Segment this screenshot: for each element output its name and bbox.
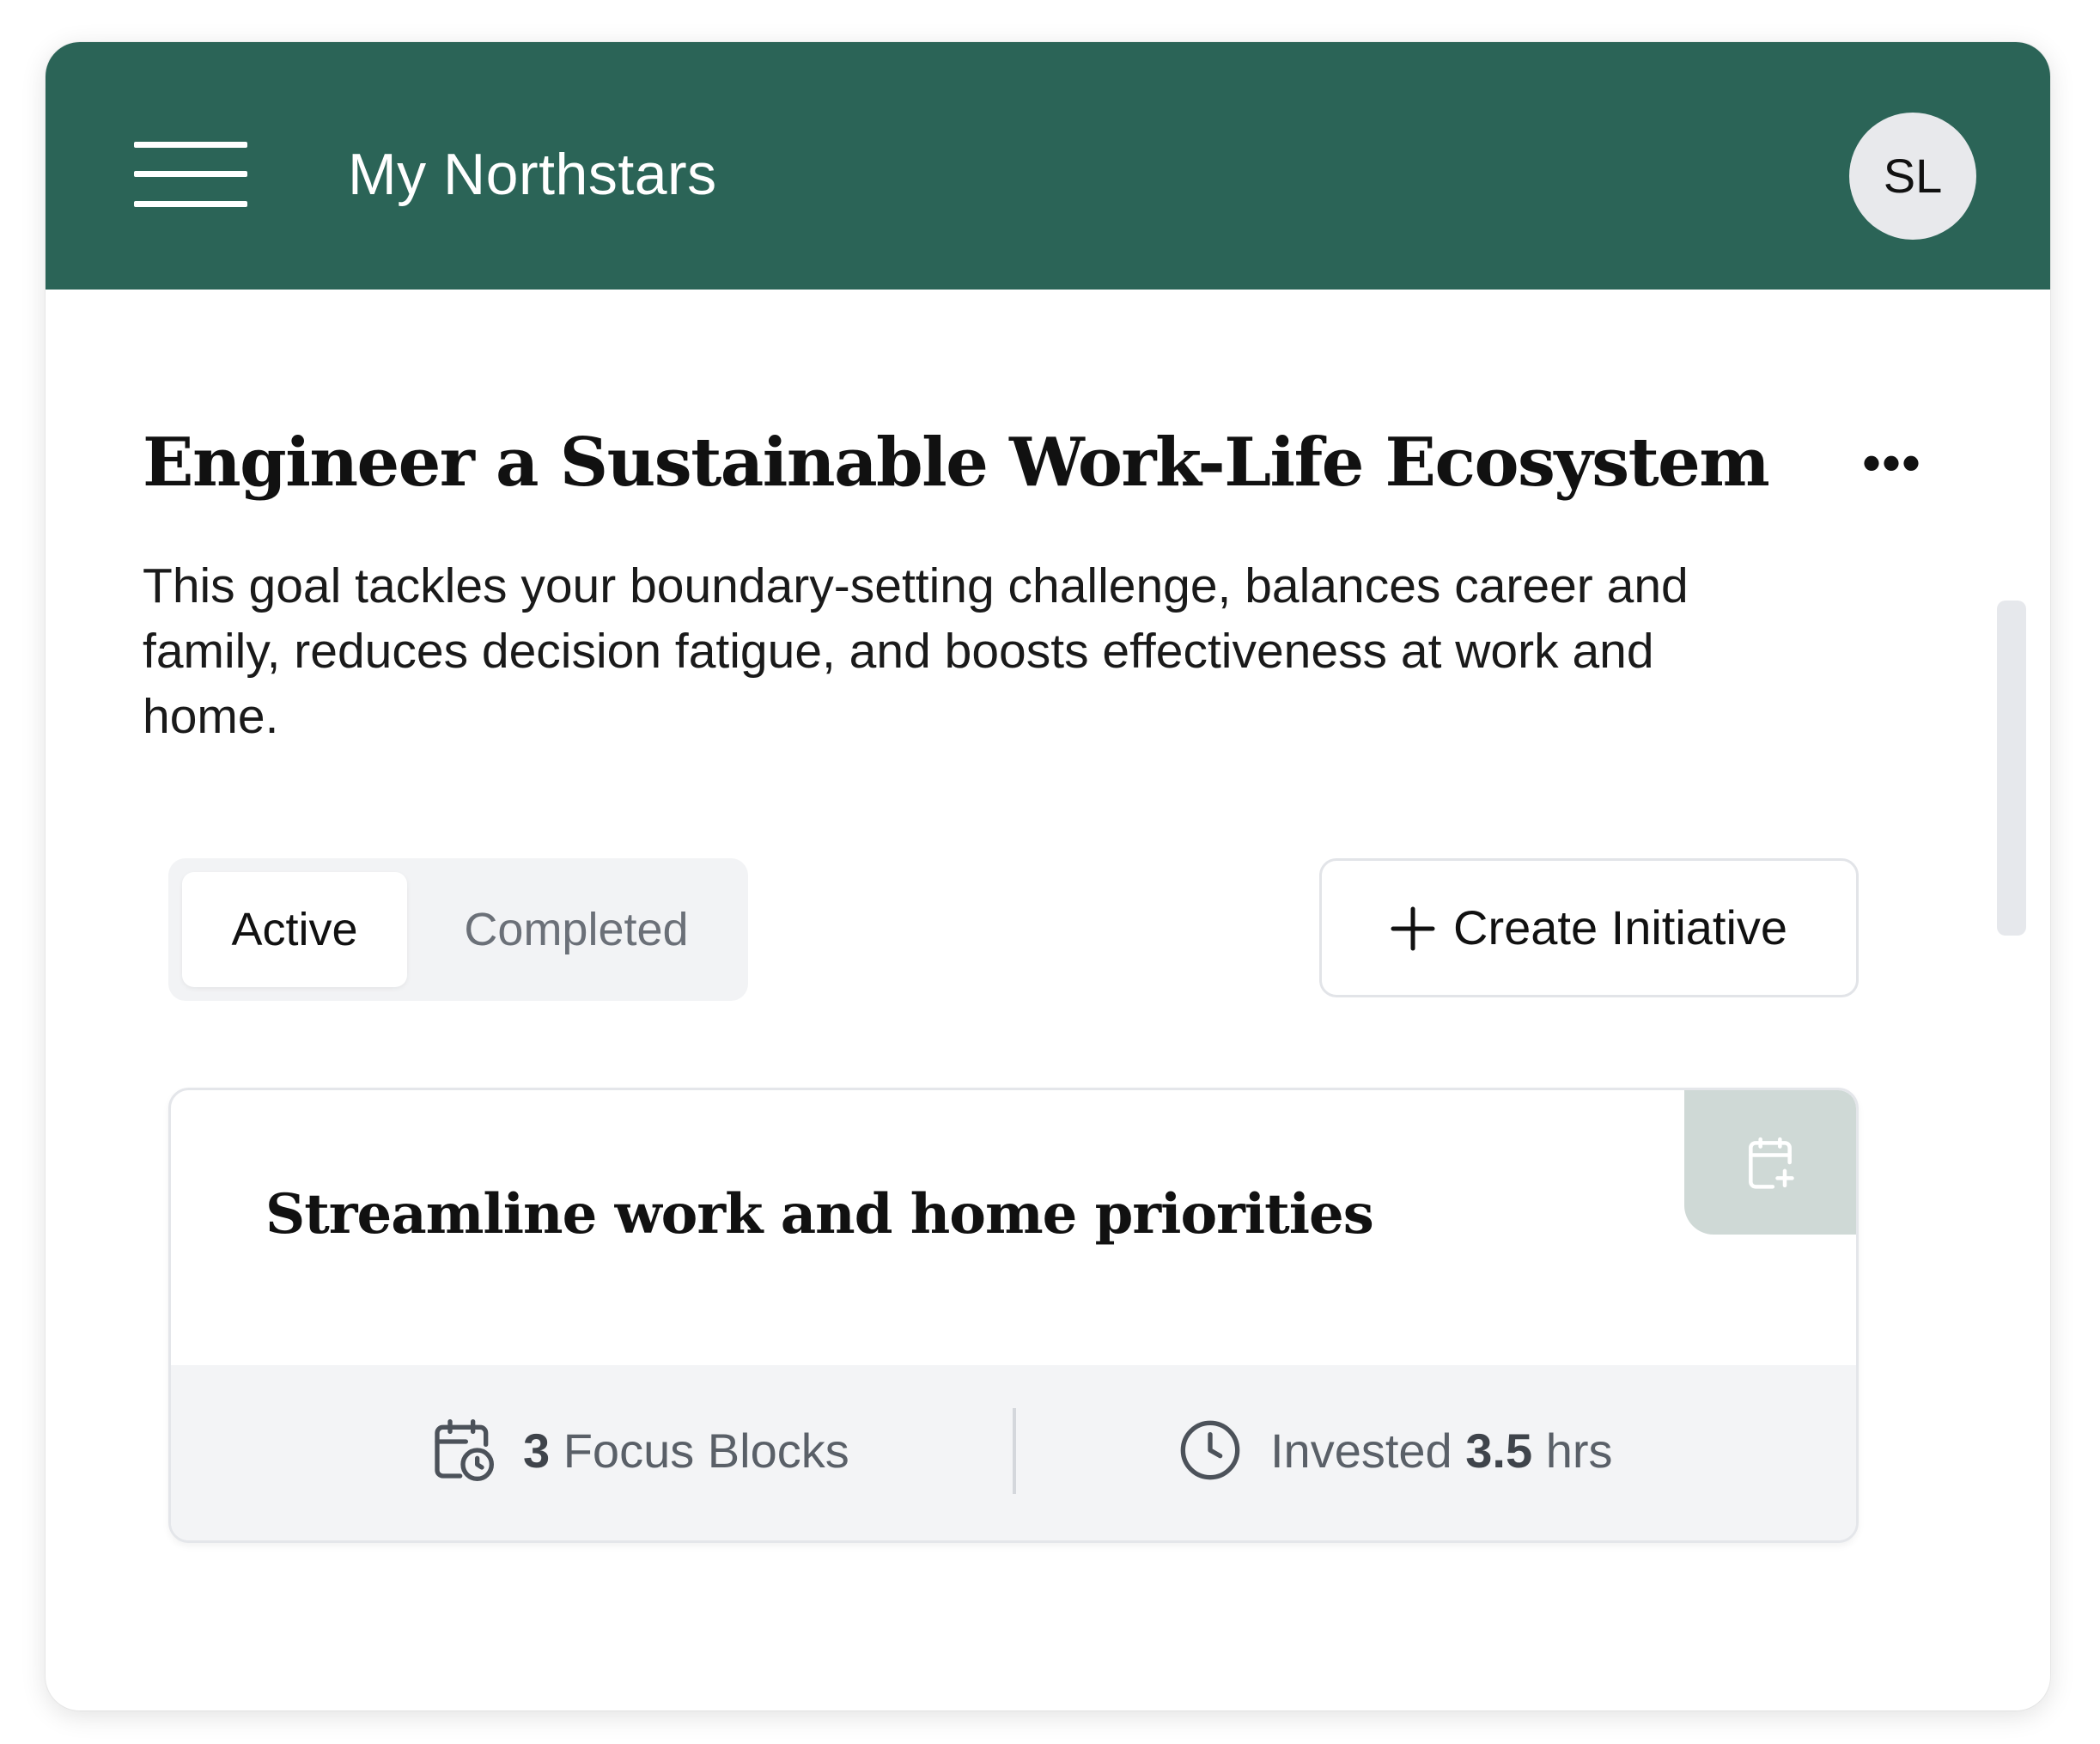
calendar-plus-icon xyxy=(1749,1137,1794,1189)
more-options-button[interactable]: ••• xyxy=(1858,437,1927,497)
status-tabs: Active Completed xyxy=(168,858,748,1001)
invested-unit: hrs xyxy=(1545,1424,1613,1478)
focus-blocks-count: 3 xyxy=(523,1424,551,1478)
avatar[interactable]: SL xyxy=(1849,113,1976,240)
goal-description: This goal tackles your boundary-setting … xyxy=(143,558,1689,744)
scrollbar[interactable] xyxy=(1997,601,2026,936)
goal-title: Engineer a Sustainable Work-Life Ecosyst… xyxy=(143,424,1770,502)
initiative-card[interactable]: Streamline work and home priorities 3 Fo… xyxy=(168,1088,1859,1543)
tab-active[interactable]: Active xyxy=(182,872,407,987)
schedule-button[interactable] xyxy=(1684,1090,1856,1235)
invested-value: 3.5 xyxy=(1465,1424,1533,1478)
plus-icon xyxy=(1391,906,1435,951)
create-initiative-button[interactable]: Create Initiative xyxy=(1319,858,1859,997)
menu-icon[interactable] xyxy=(134,142,247,209)
initiative-stats: 3 Focus Blocks Invested 3.5 hrs xyxy=(171,1365,1856,1540)
initiative-title: Streamline work and home priorities xyxy=(265,1182,1374,1247)
create-initiative-label: Create Initiative xyxy=(1453,900,1788,954)
calendar-clock-icon xyxy=(435,1419,494,1481)
stats-divider xyxy=(1013,1408,1016,1494)
clock-icon xyxy=(1180,1420,1240,1480)
invested-prefix: Invested xyxy=(1270,1424,1452,1478)
tab-completed[interactable]: Completed xyxy=(426,872,727,987)
focus-blocks-label: Focus Blocks xyxy=(563,1424,849,1478)
app-window: My Northstars SL Engineer a Sustainable … xyxy=(46,42,2050,1710)
app-title: My Northstars xyxy=(348,142,717,207)
app-header: My Northstars SL xyxy=(46,42,2050,290)
